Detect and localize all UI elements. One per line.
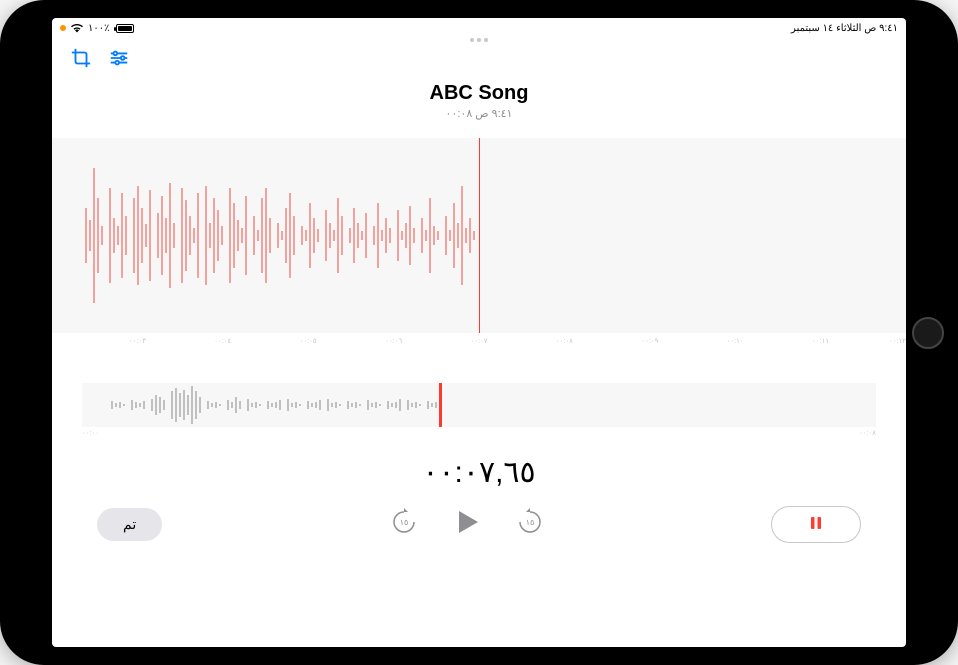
recording-indicator-dot (60, 25, 66, 31)
recording-header: ABC Song ٩:٤١ ص ٠٠:٠٨ (52, 82, 906, 120)
overview-end-label: ٠٠:٠٨ (859, 429, 876, 437)
playback-controls: تم ١٥ ١٥ (52, 506, 906, 543)
status-date: ٩:٤١ ص الثلاثاء ١٤ سبتمبر (791, 23, 898, 34)
more-icon[interactable] (468, 30, 490, 48)
time-tick: ٠٠:١٢ (889, 337, 906, 345)
time-tick: ٠٠:٠٨ (556, 337, 573, 345)
overview-start-label: ٠٠:٠٠ (82, 429, 99, 437)
home-button[interactable] (912, 317, 944, 349)
pause-record-button[interactable] (771, 506, 861, 543)
skip-forward-15-icon[interactable]: ١٥ (516, 508, 544, 541)
time-tick: ٠٠:٠٧ (471, 337, 488, 345)
pause-icon (808, 515, 824, 531)
waveform-main[interactable] (52, 138, 906, 333)
skip-back-15-icon[interactable]: ١٥ (390, 508, 418, 541)
current-time-display: ٠٠:٠٧,٦٥ (52, 455, 906, 490)
svg-text:١٥: ١٥ (525, 518, 534, 527)
battery-icon (116, 24, 134, 33)
time-tick: ٠٠:٠٤ (214, 337, 231, 345)
playhead-main[interactable] (479, 138, 480, 333)
settings-slider-icon[interactable] (108, 47, 130, 69)
waveform-overview[interactable] (82, 383, 876, 427)
toolbar (52, 38, 906, 78)
waveform-overview-graphic (82, 383, 876, 427)
time-tick: ٠٠:٠٩ (641, 337, 658, 345)
recording-subtitle: ٩:٤١ ص ٠٠:٠٨ (52, 107, 906, 120)
recording-title: ABC Song (52, 82, 906, 105)
battery-percentage: ١٠٠٪ (88, 23, 110, 34)
wifi-icon (70, 23, 84, 33)
waveform-overview-container: ٠٠:٠٠ ٠٠:٠٨ (82, 383, 876, 437)
screen: ١٠٠٪ ٩:٤١ ص الثلاثاء ١٤ سبتمبر (52, 18, 906, 647)
play-icon[interactable] (452, 507, 482, 542)
time-tick: ٠٠:١١ (812, 337, 829, 345)
status-right: ٩:٤١ ص الثلاثاء ١٤ سبتمبر (791, 23, 898, 34)
time-ruler: ٠٠:٠٣ ٠٠:٠٤ ٠٠:٠٥ ٠٠:٠٦ ٠٠:٠٧ ٠٠:٠٨ ٠٠:٠… (52, 333, 906, 353)
time-tick: ٠٠:٠٥ (300, 337, 317, 345)
time-tick: ٠٠:١٠ (727, 337, 744, 345)
svg-text:١٥: ١٥ (399, 518, 408, 527)
done-button[interactable]: تم (97, 508, 162, 541)
crop-icon[interactable] (70, 47, 92, 69)
time-tick: ٠٠:٠٦ (385, 337, 402, 345)
time-tick: ٠٠:٠٣ (129, 337, 146, 345)
ipad-frame: ١٠٠٪ ٩:٤١ ص الثلاثاء ١٤ سبتمبر (0, 0, 958, 665)
playhead-overview[interactable] (439, 383, 442, 427)
status-left: ١٠٠٪ (60, 23, 134, 34)
